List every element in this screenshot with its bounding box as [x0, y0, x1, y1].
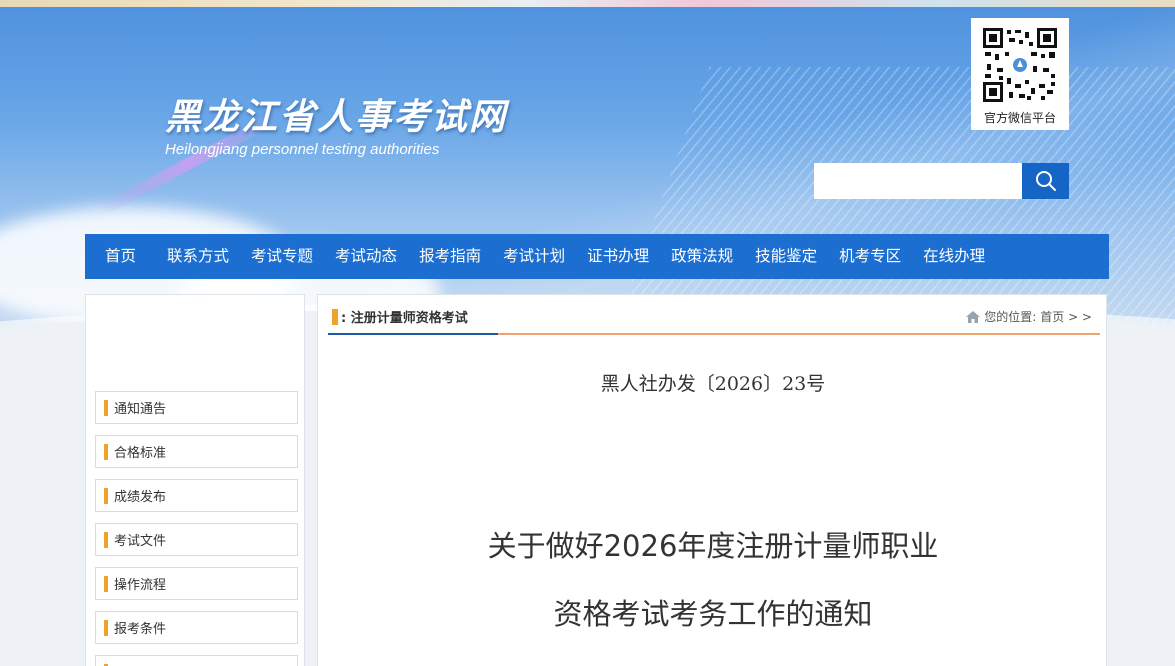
nav-item-policies[interactable]: 政策法规 — [660, 234, 744, 279]
nav-item-exam-plan[interactable]: 考试计划 — [492, 234, 576, 279]
section-marker — [332, 308, 338, 325]
section-title-text: : 注册计量师资格考试 — [341, 311, 468, 326]
nav-item-home[interactable]: 首页 — [85, 234, 156, 279]
sidebar-item-notices[interactable]: 通知通告 — [95, 391, 298, 424]
search-input[interactable] — [814, 163, 1022, 199]
site-title[interactable]: 黑龙江省人事考试网 — [165, 88, 507, 140]
section-header: : 注册计量师资格考试 您的位置: 首页 > > — [328, 295, 1100, 335]
sidebar-item-label: 报考条件 — [114, 622, 167, 637]
nav-item-exam-topics[interactable]: 考试专题 — [240, 234, 324, 279]
sidebar-item-label: 成绩发布 — [114, 490, 167, 505]
qr-code-icon — [983, 28, 1057, 102]
nav-item-certificate[interactable]: 证书办理 — [576, 234, 660, 279]
sidebar-marker — [104, 531, 108, 548]
sidebar-marker — [104, 487, 108, 504]
sidebar-item-label: 操作流程 — [114, 578, 167, 593]
sidebar-marker — [104, 619, 108, 636]
section-underline — [328, 333, 498, 335]
nav-item-contact[interactable]: 联系方式 — [156, 234, 240, 279]
nav-item-skill-appraisal[interactable]: 技能鉴定 — [744, 234, 828, 279]
article-panel: : 注册计量师资格考试 您的位置: 首页 > > 黑人社办发〔2026〕23号 … — [317, 294, 1107, 666]
sidebar-item-passing-standards[interactable]: 合格标准 — [95, 435, 298, 468]
sidebar-item-label: 通知通告 — [114, 402, 167, 417]
top-decor-stripe — [0, 0, 1175, 7]
sidebar-marker — [104, 443, 108, 460]
sidebar-marker — [104, 575, 108, 592]
breadcrumb-home-link[interactable]: 首页 — [1040, 308, 1064, 325]
breadcrumb-separator: > > — [1064, 309, 1092, 324]
nav-item-computer-exam[interactable]: 机考专区 — [828, 234, 912, 279]
nav-item-online-service[interactable]: 在线办理 — [912, 234, 996, 279]
nav-item-exam-news[interactable]: 考试动态 — [324, 234, 408, 279]
breadcrumb: 您的位置: 首页 > > — [965, 308, 1092, 325]
home-icon — [966, 310, 981, 323]
nav-item-registration-guide[interactable]: 报考指南 — [408, 234, 492, 279]
sidebar-item-results[interactable]: 成绩发布 — [95, 479, 298, 512]
section-title: : 注册计量师资格考试 — [332, 307, 468, 326]
document-title-line-1: 关于做好2026年度注册计量师职业 — [487, 529, 939, 563]
document-title-line-2: 资格考试考务工作的通知 — [553, 597, 873, 631]
sidebar-item-eligibility[interactable]: 报考条件 — [95, 611, 298, 644]
sidebar-item-label: 考试文件 — [114, 534, 167, 549]
sidebar-marker — [104, 399, 108, 416]
document-number: 黑人社办发〔2026〕23号 — [600, 373, 826, 395]
search-icon — [1035, 171, 1056, 191]
sidebar: 通知通告 合格标准 成绩发布 考试文件 操作流程 报考条件 — [85, 294, 305, 666]
site-subtitle: Heilongjiang personnel testing authoriti… — [165, 141, 440, 158]
main-nav: 首页 联系方式 考试专题 考试动态 报考指南 考试计划 证书办理 政策法规 技能… — [85, 234, 1109, 279]
sidebar-item-more[interactable] — [95, 655, 298, 666]
sidebar-item-label: 合格标准 — [114, 446, 167, 461]
search-button[interactable] — [1022, 163, 1069, 199]
location-label: 您的位置: — [984, 310, 1037, 324]
qr-label: 官方微信平台 — [983, 111, 1056, 125]
sidebar-item-exam-documents[interactable]: 考试文件 — [95, 523, 298, 556]
wechat-qr-box: 官方微信平台 — [971, 18, 1069, 130]
sidebar-item-procedures[interactable]: 操作流程 — [95, 567, 298, 600]
